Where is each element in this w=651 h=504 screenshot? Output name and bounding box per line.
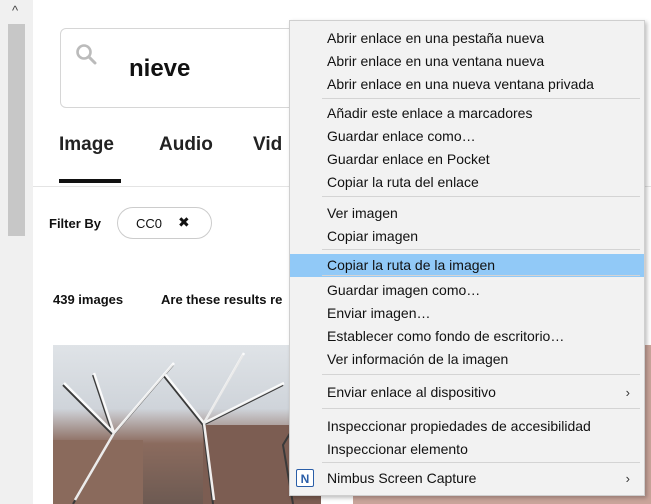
tab-audio[interactable]: Audio bbox=[159, 134, 213, 156]
menu-item-send-link-to-device[interactable]: Enviar enlace al dispositivo › bbox=[290, 381, 644, 404]
menu-item-label: Nimbus Screen Capture bbox=[327, 470, 477, 486]
menu-item-label: Establecer como fondo de escritorio… bbox=[327, 328, 565, 344]
menu-item-send-image[interactable]: Enviar imagen… bbox=[290, 302, 644, 325]
active-tab-indicator bbox=[59, 179, 121, 183]
menu-item-copy-link-path[interactable]: Copiar la ruta del enlace bbox=[290, 171, 644, 194]
menu-separator bbox=[322, 196, 640, 197]
menu-item-label: Guardar enlace como… bbox=[327, 128, 476, 144]
scroll-up-arrow-icon[interactable]: ^ bbox=[8, 4, 22, 18]
menu-item-nimbus-screen-capture[interactable]: N Nimbus Screen Capture › bbox=[290, 467, 644, 490]
menu-item-save-image-as[interactable]: Guardar imagen como… bbox=[290, 279, 644, 302]
menu-item-view-image-info[interactable]: Ver información de la imagen bbox=[290, 348, 644, 371]
menu-item-label: Guardar imagen como… bbox=[327, 282, 481, 298]
menu-item-save-link-as[interactable]: Guardar enlace como… bbox=[290, 125, 644, 148]
menu-item-label: Enviar imagen… bbox=[327, 305, 431, 321]
menu-separator bbox=[322, 249, 640, 250]
menu-item-bookmark-link[interactable]: Añadir este enlace a marcadores bbox=[290, 102, 644, 125]
tab-image[interactable]: Image bbox=[59, 134, 114, 156]
submenu-arrow-icon: › bbox=[625, 385, 630, 400]
menu-item-copy-image[interactable]: Copiar imagen bbox=[290, 225, 644, 248]
submenu-arrow-icon: › bbox=[625, 471, 630, 486]
result-count: 439 images bbox=[53, 292, 124, 307]
menu-item-label: Abrir enlace en una pestaña nueva bbox=[327, 30, 545, 46]
close-icon[interactable]: ✖ bbox=[178, 214, 190, 231]
chip-label: CC0 bbox=[136, 216, 163, 231]
menu-item-label: Copiar la ruta de la imagen bbox=[327, 257, 496, 273]
menu-separator bbox=[322, 98, 640, 99]
menu-item-copy-image-path[interactable]: Copiar la ruta de la imagen bbox=[290, 254, 644, 277]
menu-separator bbox=[322, 374, 640, 375]
menu-item-label: Inspeccionar propiedades de accesibilida… bbox=[327, 418, 591, 434]
menu-item-label: Copiar imagen bbox=[327, 228, 419, 244]
menu-item-label: Ver información de la imagen bbox=[327, 351, 509, 367]
license-filter-chip[interactable]: CC0 ✖ bbox=[117, 207, 212, 239]
context-menu: Abrir enlace en una pestaña nueva Abrir e… bbox=[289, 20, 645, 496]
search-icon bbox=[76, 44, 97, 65]
menu-item-label: Enviar enlace al dispositivo bbox=[327, 384, 496, 400]
menu-item-inspect-accessibility[interactable]: Inspeccionar propiedades de accesibilida… bbox=[290, 415, 644, 438]
menu-separator bbox=[322, 408, 640, 409]
scrollbar-thumb[interactable] bbox=[8, 24, 25, 236]
menu-item-label: Abrir enlace en una nueva ventana privad… bbox=[327, 76, 594, 92]
menu-separator bbox=[322, 275, 640, 276]
menu-item-open-link-private-window[interactable]: Abrir enlace en una nueva ventana privad… bbox=[290, 73, 644, 96]
search-query: nieve bbox=[129, 55, 191, 82]
menu-item-set-as-desktop-background[interactable]: Establecer como fondo de escritorio… bbox=[290, 325, 644, 348]
menu-item-save-link-pocket[interactable]: Guardar enlace en Pocket bbox=[290, 148, 644, 171]
menu-item-label: Guardar enlace en Pocket bbox=[327, 151, 490, 167]
menu-item-label: Ver imagen bbox=[327, 205, 398, 221]
feedback-question[interactable]: Are these results re bbox=[161, 292, 282, 307]
menu-item-label: Añadir este enlace a marcadores bbox=[327, 105, 533, 121]
menu-item-open-link-new-window[interactable]: Abrir enlace en una ventana nueva bbox=[290, 50, 644, 73]
menu-item-open-link-new-tab[interactable]: Abrir enlace en una pestaña nueva bbox=[290, 27, 644, 50]
snowy-branches-illustration bbox=[53, 352, 321, 504]
nimbus-icon: N bbox=[296, 469, 314, 487]
menu-separator bbox=[322, 462, 640, 463]
menu-item-inspect-element[interactable]: Inspeccionar elemento bbox=[290, 438, 644, 461]
menu-item-view-image[interactable]: Ver imagen bbox=[290, 202, 644, 225]
page-scrollbar[interactable]: ^ bbox=[0, 0, 33, 504]
menu-item-label: Inspeccionar elemento bbox=[327, 441, 468, 457]
menu-item-label: Abrir enlace en una ventana nueva bbox=[327, 53, 545, 69]
menu-item-label: Copiar la ruta del enlace bbox=[327, 174, 479, 190]
filter-by-label: Filter By bbox=[49, 216, 102, 231]
tab-video[interactable]: Vid bbox=[253, 134, 282, 156]
result-image-snowy-trees[interactable] bbox=[53, 345, 321, 504]
